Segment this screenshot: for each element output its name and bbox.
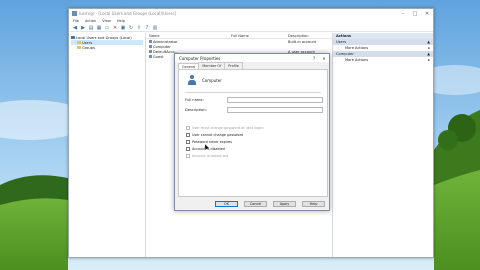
back-icon[interactable]: ◀ (72, 25, 78, 31)
dialog-tabs: General Member Of Profile (175, 62, 329, 70)
checkbox-must-change-password[interactable]: User must change password at next logon (186, 126, 264, 130)
maximize-button[interactable]: □ (409, 9, 421, 18)
full-name-label: Full name: (185, 98, 204, 102)
up-folder-icon[interactable]: ▤ (88, 25, 94, 31)
checkbox-box (186, 154, 190, 158)
dialog-close-button[interactable]: ✕ (319, 56, 329, 61)
menu-help[interactable]: Help (117, 19, 125, 23)
apply-button[interactable]: Apply (273, 201, 296, 207)
user-icon (149, 54, 152, 58)
user-avatar-icon (187, 75, 197, 85)
checkbox-box (186, 133, 190, 137)
dialog-help-button[interactable]: ? (309, 56, 319, 61)
actions-pane: Actions Users ▲ More Actions ▸ Computer … (332, 33, 433, 257)
tab-profile[interactable]: Profile (224, 62, 243, 69)
tree-item-groups[interactable]: Groups (71, 45, 143, 50)
submenu-arrow-icon: ▸ (428, 58, 430, 62)
delete-icon[interactable]: ✕ (112, 25, 118, 31)
user-icon (149, 44, 152, 48)
tab-member-of[interactable]: Member Of (198, 62, 226, 69)
username-label: Computer (202, 77, 222, 83)
description-input[interactable] (227, 107, 323, 113)
collapse-icon: ▲ (427, 40, 430, 44)
checkbox-box (186, 126, 190, 130)
menu-file[interactable]: File (73, 19, 79, 23)
user-icon (149, 39, 152, 43)
dialog-title-bar: Computer Properties ? ✕ (175, 54, 329, 62)
checkbox-account-locked-out[interactable]: Account is locked out (186, 154, 228, 158)
description-label: Description: (185, 108, 207, 112)
folder-icon[interactable]: ▭ (104, 25, 110, 31)
toolbar: ◀ ▶ ▤ ▦ ▭ ✕ ▣ ↻ ⇪ ? ▥ (69, 24, 433, 32)
export-icon[interactable]: ⇪ (136, 25, 142, 31)
column-full-name[interactable]: Full Name (228, 34, 285, 38)
checkbox-box (186, 140, 190, 144)
folder-icon (77, 46, 81, 49)
dialog-title: Computer Properties (179, 55, 221, 61)
title-bar: lusrmgr - [Local Users and Groups (Local… (69, 9, 433, 18)
cancel-button[interactable]: Cancel (244, 201, 267, 207)
column-name[interactable]: Name (146, 34, 228, 38)
show-tree-icon[interactable]: ▦ (96, 25, 102, 31)
close-button[interactable]: ✕ (421, 9, 433, 18)
full-name-input[interactable] (227, 97, 323, 103)
console-tree: Local Users and Groups (Local) Users Gro… (69, 33, 146, 257)
checkbox-password-never-expires[interactable]: Password never expires (186, 140, 232, 144)
collapse-icon: ▲ (427, 52, 430, 56)
column-description[interactable]: Description (285, 34, 330, 38)
help-icon[interactable]: ? (144, 25, 150, 31)
window-title: lusrmgr - [Local Users and Groups (Local… (79, 11, 176, 16)
computer-icon (71, 36, 75, 39)
divider (185, 92, 321, 93)
general-panel: Computer Full name: Description: User mu… (178, 69, 328, 197)
properties-icon[interactable]: ▣ (120, 25, 126, 31)
ok-button[interactable]: OK (215, 201, 238, 207)
user-icon (149, 49, 152, 53)
refresh-icon[interactable]: ↻ (128, 25, 134, 31)
checkbox-cannot-change-password[interactable]: User cannot change password (186, 133, 243, 137)
menu-view[interactable]: View (102, 19, 111, 23)
submenu-arrow-icon: ▸ (428, 46, 430, 50)
menu-action[interactable]: Action (85, 19, 96, 23)
minimize-button[interactable]: – (397, 9, 409, 18)
mmc-view-icon[interactable]: ▥ (152, 25, 158, 31)
app-icon (72, 11, 77, 16)
checkbox-box (186, 147, 190, 151)
forward-icon[interactable]: ▶ (80, 25, 86, 31)
help-button[interactable]: Help (302, 201, 325, 207)
more-actions-computer[interactable]: More Actions ▸ (333, 57, 433, 63)
folder-icon (77, 41, 81, 44)
properties-dialog: Computer Properties ? ✕ General Member O… (174, 53, 330, 211)
